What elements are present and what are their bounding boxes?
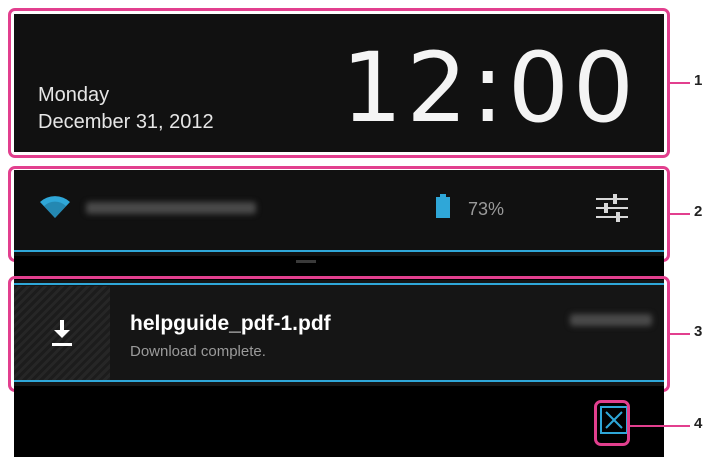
callout-frame-1 (8, 8, 670, 158)
callout-line-4 (630, 425, 690, 427)
callout-frame-2 (8, 166, 670, 262)
callout-line-2 (670, 213, 690, 215)
callout-line-3 (670, 333, 690, 335)
bottom-bar (14, 386, 664, 457)
callout-line-1 (670, 82, 690, 84)
callout-number-4: 4 (694, 415, 703, 432)
callout-number-2: 2 (694, 203, 703, 220)
callout-frame-3 (8, 276, 670, 392)
callout-number-1: 1 (694, 72, 703, 89)
callout-frame-4 (594, 400, 630, 446)
callout-number-3: 3 (694, 323, 703, 340)
